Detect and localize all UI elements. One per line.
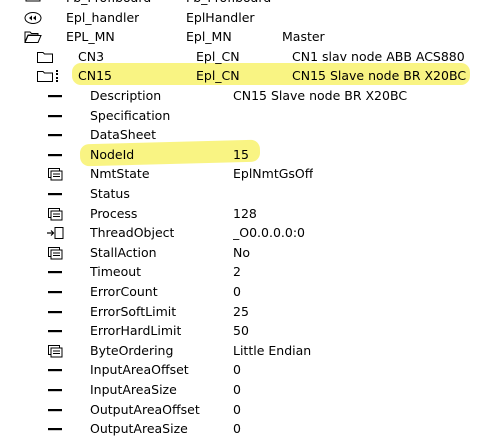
attribute-value[interactable]: _O0.0.0.0:0 xyxy=(233,223,305,243)
attribute-value[interactable]: 0 xyxy=(233,360,241,380)
object-ref-icon[interactable] xyxy=(46,226,64,240)
object-name: Description xyxy=(90,88,162,103)
tree-row-epl_handler[interactable]: Epl_handler EplHandler xyxy=(0,8,502,28)
object-name: ErrorHardLimit xyxy=(90,323,182,339)
attr-icon[interactable] xyxy=(46,148,64,162)
attribute-value[interactable]: 128 xyxy=(233,204,257,224)
object-name: ByteOrdering xyxy=(90,342,174,358)
attr-icon[interactable] xyxy=(46,305,64,319)
attribute-value[interactable]: 2 xyxy=(233,262,241,282)
attr-icon[interactable] xyxy=(46,422,64,436)
object-class: Epl_CN xyxy=(196,48,240,64)
attr-icon[interactable] xyxy=(46,324,64,338)
attr-icon[interactable] xyxy=(46,89,64,103)
attr-icon[interactable] xyxy=(46,187,64,201)
object-description: CN1 slav node ABB ACS880 xyxy=(292,48,465,64)
enum-icon[interactable] xyxy=(46,246,64,260)
tree-row-byteordering[interactable]: ByteOrdering Little Endian xyxy=(0,341,502,361)
tree-row-datasheet[interactable]: DataSheet xyxy=(0,125,502,145)
object-name: StallAction xyxy=(90,244,157,260)
tree-row-status[interactable]: Status xyxy=(0,184,502,204)
tree-row-nmtstate[interactable]: NmtState EplNmtGsOff xyxy=(0,164,502,184)
tree-row-errorhardlimit[interactable]: ErrorHardLimit 50 xyxy=(0,321,502,341)
attr-icon[interactable] xyxy=(46,109,64,123)
attribute-value[interactable]: No xyxy=(233,243,250,263)
object-name: EPL_MN xyxy=(66,29,115,45)
object-name: InputAreaOffset xyxy=(90,362,189,378)
object-name: CN15 xyxy=(78,68,112,84)
tree-row-nodeid[interactable]: NodeId 15 xyxy=(0,145,502,165)
object-name: OutputAreaSize xyxy=(90,421,188,437)
object-class: Epl_MN xyxy=(186,29,232,45)
folder-icon[interactable] xyxy=(36,69,58,83)
attr-icon[interactable] xyxy=(46,383,64,397)
enum-icon[interactable] xyxy=(46,167,64,181)
tree-row-cn3[interactable]: CN3 Epl_CN CN1 slav node ABB ACS880 xyxy=(0,47,502,67)
tree-row-threadobject[interactable]: ThreadObject _O0.0.0.0:0 xyxy=(0,223,502,243)
attribute-value[interactable]: Little Endian xyxy=(233,341,311,361)
tree-row-outputareasize[interactable]: OutputAreaSize 0 xyxy=(0,419,502,439)
tree-row-errorcount[interactable]: ErrorCount 0 xyxy=(0,282,502,302)
attribute-value[interactable]: 50 xyxy=(233,321,249,341)
tree-row-errorsoftlimit[interactable]: ErrorSoftLimit 25 xyxy=(0,302,502,322)
tree-row-cn15[interactable]: CN15 Epl_CN CN15 Slave node BR X20BC xyxy=(0,66,502,86)
object-tree: Fb_ProfiboardFb_ProfiboardEpl_handlerEpl… xyxy=(0,0,502,439)
enum-icon[interactable] xyxy=(46,207,64,221)
folder-open-icon[interactable] xyxy=(24,30,42,44)
tree-row-inputareasize[interactable]: InputAreaSize 0 xyxy=(0,380,502,400)
attr-icon[interactable] xyxy=(46,285,64,299)
attribute-value[interactable]: 0 xyxy=(233,419,241,439)
object-name: ErrorCount xyxy=(90,284,158,299)
attribute-value[interactable]: EplNmtGsOff xyxy=(233,164,313,184)
attribute-value[interactable]: 0 xyxy=(233,400,241,420)
attribute-value[interactable]: 15 xyxy=(233,145,249,165)
tree-row-process[interactable]: Process 128 xyxy=(0,204,502,224)
object-name: NodeId xyxy=(90,146,135,162)
enum-icon[interactable] xyxy=(46,344,64,358)
tree-row-description[interactable]: Description CN15 Slave node BR X20BC xyxy=(0,86,502,106)
attr-icon[interactable] xyxy=(46,403,64,417)
object-name: InputAreaSize xyxy=(90,382,177,397)
attribute-value[interactable]: 25 xyxy=(233,302,249,322)
link-icon[interactable] xyxy=(24,0,42,5)
object-name: Process xyxy=(90,205,138,221)
attribute-value[interactable]: 0 xyxy=(233,282,241,302)
object-class: EplHandler xyxy=(186,9,255,25)
drag-handle-icon xyxy=(56,70,60,83)
object-name: DataSheet xyxy=(90,127,156,143)
object-name: Epl_handler xyxy=(66,9,140,25)
attribute-value[interactable]: CN15 Slave node BR X20BC xyxy=(233,86,407,106)
attr-icon[interactable] xyxy=(46,363,64,377)
object-name: CN3 xyxy=(78,48,105,64)
attr-icon[interactable] xyxy=(46,265,64,279)
folder-icon[interactable] xyxy=(36,50,54,64)
tree-row-specification[interactable]: Specification xyxy=(0,106,502,126)
attribute-value[interactable]: 0 xyxy=(233,380,241,400)
object-name: ErrorSoftLimit xyxy=(90,303,177,319)
object-class: Epl_CN xyxy=(196,68,240,84)
object-class: Fb_Profiboard xyxy=(186,0,271,8)
tree-row-outputareaoffset[interactable]: OutputAreaOffset 0 xyxy=(0,400,502,420)
object-name: ThreadObject xyxy=(90,225,175,241)
tree-row-inputareaoffset[interactable]: InputAreaOffset 0 xyxy=(0,360,502,380)
object-name: Specification xyxy=(90,107,171,123)
object-description: Master xyxy=(282,29,325,45)
tree-row-stallaction[interactable]: StallAction No xyxy=(0,243,502,263)
handler-icon[interactable] xyxy=(24,11,42,25)
tree-row-timeout[interactable]: Timeout 2 xyxy=(0,262,502,282)
object-name: OutputAreaOffset xyxy=(90,401,200,417)
tree-row-epl_mn[interactable]: EPL_MN Epl_MN Master xyxy=(0,27,502,47)
object-name: Timeout xyxy=(90,264,142,280)
object-description: CN15 Slave node BR X20BC xyxy=(292,68,467,84)
object-name: NmtState xyxy=(90,166,150,182)
tree-row-fb_profiboard[interactable]: Fb_Profiboard Fb_Profiboard xyxy=(0,0,502,8)
object-name: Fb_Profiboard xyxy=(66,0,151,8)
object-name: Status xyxy=(90,186,130,201)
attr-icon[interactable] xyxy=(46,128,64,142)
